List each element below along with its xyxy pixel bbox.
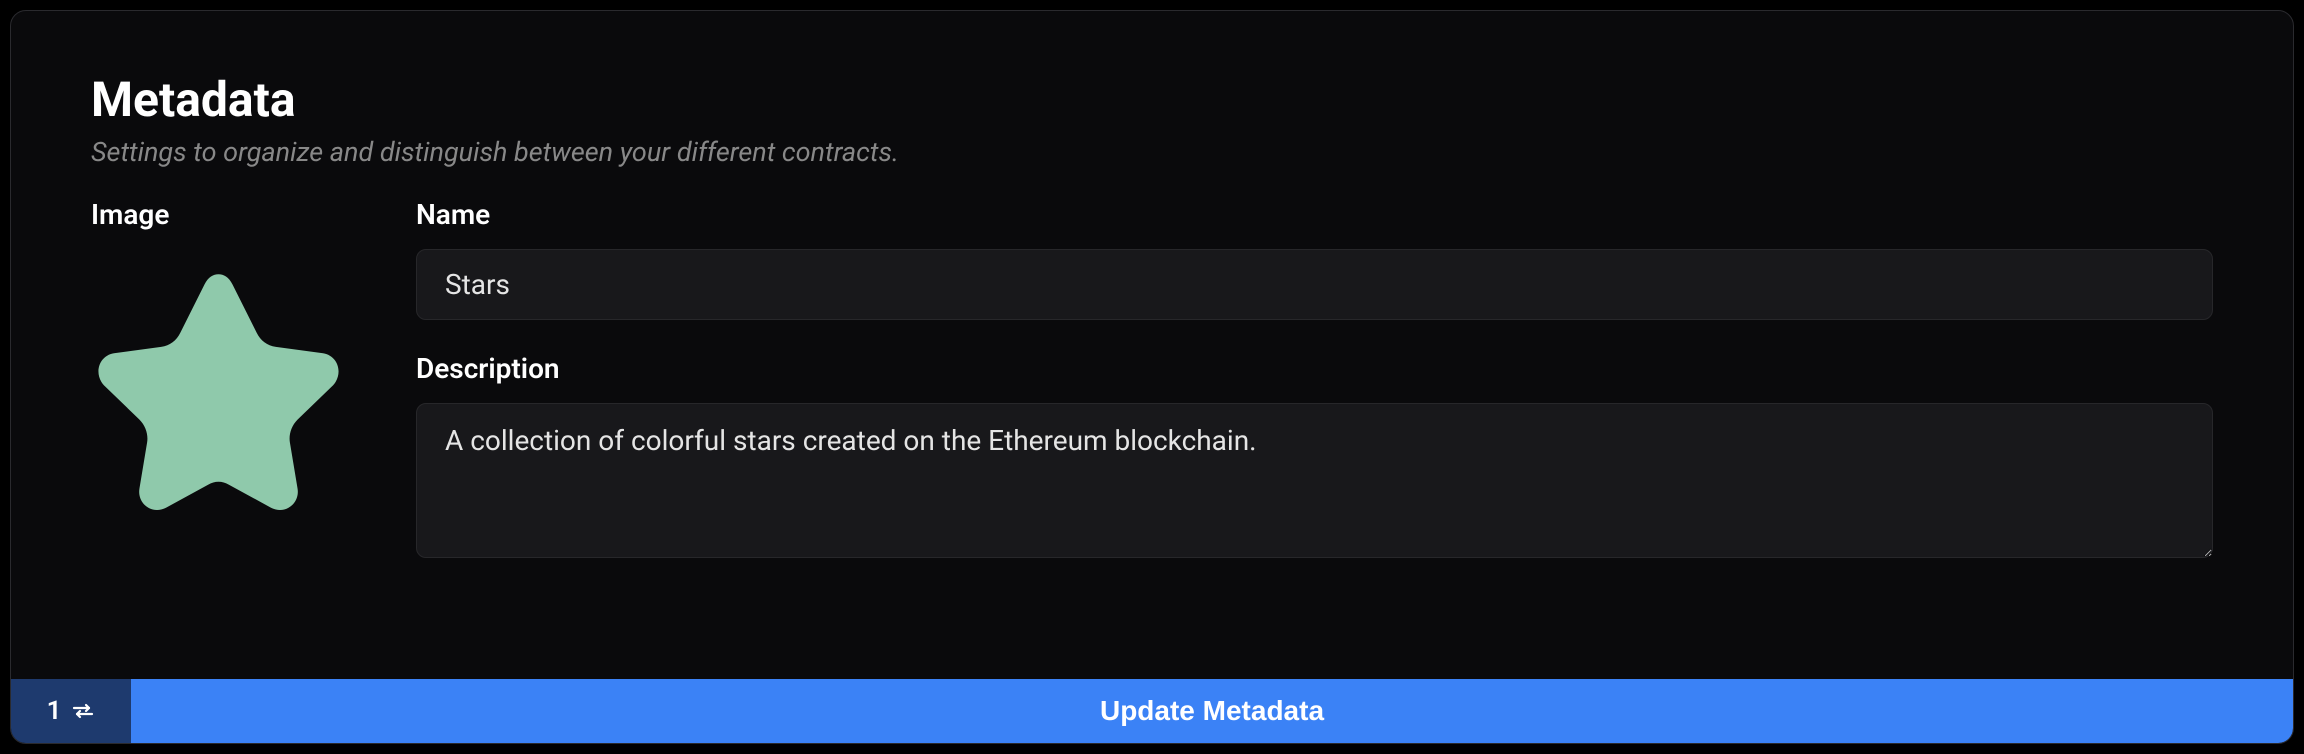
- transaction-count-badge[interactable]: 1: [11, 679, 131, 743]
- name-input[interactable]: [416, 249, 2213, 320]
- star-icon: [91, 259, 346, 519]
- footer-bar: 1 Update Metadata: [11, 679, 2293, 743]
- transaction-count-value: 1: [47, 696, 62, 726]
- image-label: Image: [91, 198, 346, 231]
- metadata-card: Metadata Settings to organize and distin…: [10, 10, 2294, 744]
- image-preview[interactable]: [91, 249, 346, 519]
- form-row: Image Name Description: [91, 198, 2213, 594]
- description-label: Description: [416, 352, 2213, 385]
- section-title: Metadata: [91, 71, 2213, 128]
- update-metadata-button[interactable]: Update Metadata: [131, 679, 2293, 743]
- metadata-content: Metadata Settings to organize and distin…: [11, 11, 2293, 594]
- description-field-group: Description: [416, 352, 2213, 562]
- image-column: Image: [91, 198, 346, 594]
- fields-column: Name Description: [416, 198, 2213, 594]
- section-subtitle: Settings to organize and distinguish bet…: [91, 136, 2213, 168]
- swap-arrows-icon: [71, 699, 95, 723]
- description-textarea[interactable]: [416, 403, 2213, 558]
- name-label: Name: [416, 198, 2213, 231]
- name-field-group: Name: [416, 198, 2213, 320]
